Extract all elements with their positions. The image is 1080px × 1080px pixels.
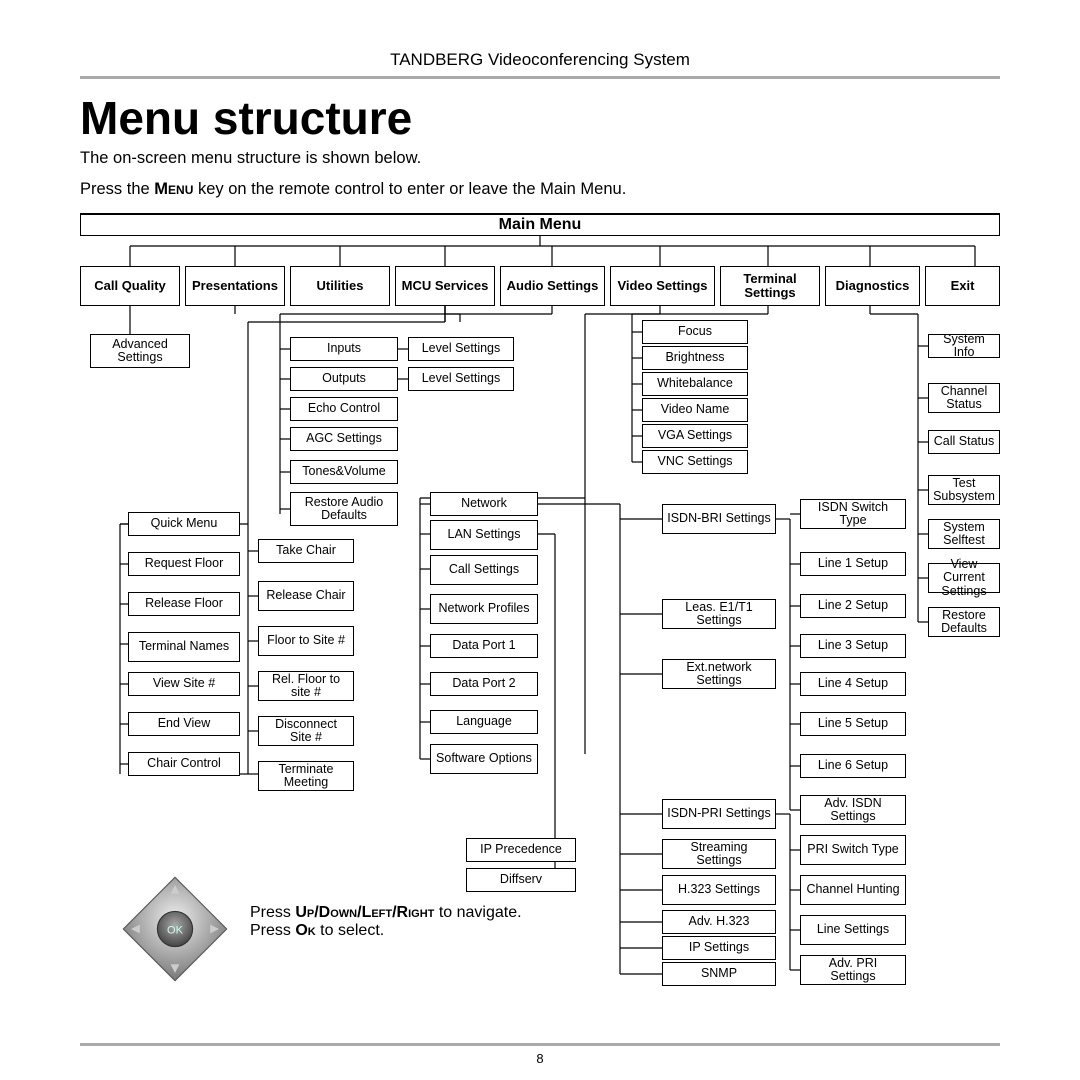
node-restore-defaults: Restore Defaults bbox=[928, 607, 1000, 637]
node-outputs: Outputs bbox=[290, 367, 398, 391]
node-video-name: Video Name bbox=[642, 398, 748, 422]
node-network: Network bbox=[430, 492, 538, 516]
node-network-profiles: Network Profiles bbox=[430, 594, 538, 624]
node-ip-precedence: IP Precedence bbox=[466, 838, 576, 862]
node-line-settings: Line Settings bbox=[800, 915, 906, 945]
cat-audio-settings: Audio Settings bbox=[500, 266, 605, 306]
node-data-port-2: Data Port 2 bbox=[430, 672, 538, 696]
node-rel-floor-site: Rel. Floor to site # bbox=[258, 671, 354, 701]
page-title: Menu structure bbox=[80, 91, 1000, 145]
cat-diagnostics: Diagnostics bbox=[825, 266, 920, 306]
node-level-settings-2: Level Settings bbox=[408, 367, 514, 391]
node-release-chair: Release Chair bbox=[258, 581, 354, 611]
node-ip-settings: IP Settings bbox=[662, 936, 776, 960]
node-echo-control: Echo Control bbox=[290, 397, 398, 421]
node-vga-settings: VGA Settings bbox=[642, 424, 748, 448]
node-chair-control: Chair Control bbox=[128, 752, 240, 776]
node-line4: Line 4 Setup bbox=[800, 672, 906, 696]
node-line6: Line 6 Setup bbox=[800, 754, 906, 778]
node-adv-isdn: Adv. ISDN Settings bbox=[800, 795, 906, 825]
node-terminate-meeting: Terminate Meeting bbox=[258, 761, 354, 791]
node-whitebalance: Whitebalance bbox=[642, 372, 748, 396]
node-line3: Line 3 Setup bbox=[800, 634, 906, 658]
node-terminal-names: Terminal Names bbox=[128, 632, 240, 662]
intro-text-1: The on-screen menu structure is shown be… bbox=[80, 149, 1000, 168]
intro-text-2: Press the Menu key on the remote control… bbox=[80, 180, 1000, 199]
node-lan-settings: LAN Settings bbox=[430, 520, 538, 550]
node-diffserv: Diffserv bbox=[466, 868, 576, 892]
node-focus: Focus bbox=[642, 320, 748, 344]
node-line1: Line 1 Setup bbox=[800, 552, 906, 576]
node-agc-settings: AGC Settings bbox=[290, 427, 398, 451]
node-h323: H.323 Settings bbox=[662, 875, 776, 905]
node-quick-menu: Quick Menu bbox=[128, 512, 240, 536]
node-disconnect-site: Disconnect Site # bbox=[258, 716, 354, 746]
node-request-floor: Request Floor bbox=[128, 552, 240, 576]
node-data-port-1: Data Port 1 bbox=[430, 634, 538, 658]
node-take-chair: Take Chair bbox=[258, 539, 354, 563]
node-inputs: Inputs bbox=[290, 337, 398, 361]
node-language: Language bbox=[430, 710, 538, 734]
node-line2: Line 2 Setup bbox=[800, 594, 906, 618]
doc-header: TANDBERG Videoconferencing System bbox=[80, 50, 1000, 79]
node-test-subsystem: Test Subsystem bbox=[928, 475, 1000, 505]
node-streaming: Streaming Settings bbox=[662, 839, 776, 869]
menu-tree-diagram: Main Menu Call Quality Presentations Uti… bbox=[80, 213, 1000, 1004]
node-isdn-switch-type: ISDN Switch Type bbox=[800, 499, 906, 529]
node-restore-audio-defaults: Restore Audio Defaults bbox=[290, 492, 398, 526]
node-brightness: Brightness bbox=[642, 346, 748, 370]
node-system-selftest: System Selftest bbox=[928, 519, 1000, 549]
node-isdn-bri: ISDN-BRI Settings bbox=[662, 504, 776, 534]
node-vnc-settings: VNC Settings bbox=[642, 450, 748, 474]
nav-caption: Press Up/Down/Left/Right to navigate. Pr… bbox=[250, 904, 522, 940]
node-channel-hunting: Channel Hunting bbox=[800, 875, 906, 905]
node-line5: Line 5 Setup bbox=[800, 712, 906, 736]
node-ext-network: Ext.network Settings bbox=[662, 659, 776, 689]
remote-dpad-icon: OK bbox=[120, 874, 230, 984]
node-level-settings-1: Level Settings bbox=[408, 337, 514, 361]
cat-exit: Exit bbox=[925, 266, 1000, 306]
cat-video-settings: Video Settings bbox=[610, 266, 715, 306]
cat-call-quality: Call Quality bbox=[80, 266, 180, 306]
node-adv-pri: Adv. PRI Settings bbox=[800, 955, 906, 985]
node-channel-status: Channel Status bbox=[928, 383, 1000, 413]
node-adv-h323: Adv. H.323 bbox=[662, 910, 776, 934]
node-call-status: Call Status bbox=[928, 430, 1000, 454]
node-call-settings: Call Settings bbox=[430, 555, 538, 585]
node-advanced-settings: Advanced Settings bbox=[90, 334, 190, 368]
node-snmp: SNMP bbox=[662, 962, 776, 986]
cat-terminal-settings: Terminal Settings bbox=[720, 266, 820, 306]
node-leas-e1t1: Leas. E1/T1 Settings bbox=[662, 599, 776, 629]
cat-mcu-services: MCU Services bbox=[395, 266, 495, 306]
page-number: 8 bbox=[0, 1051, 1080, 1066]
node-floor-to-site: Floor to Site # bbox=[258, 626, 354, 656]
footer-rule bbox=[80, 1043, 1000, 1046]
node-end-view: End View bbox=[128, 712, 240, 736]
node-release-floor: Release Floor bbox=[128, 592, 240, 616]
node-isdn-pri: ISDN-PRI Settings bbox=[662, 799, 776, 829]
node-system-info: System Info bbox=[928, 334, 1000, 358]
cat-utilities: Utilities bbox=[290, 266, 390, 306]
node-view-current: View Current Settings bbox=[928, 563, 1000, 593]
svg-text:OK: OK bbox=[167, 924, 184, 936]
node-software-options: Software Options bbox=[430, 744, 538, 774]
node-view-site: View Site # bbox=[128, 672, 240, 696]
main-menu-root: Main Menu bbox=[80, 214, 1000, 236]
cat-presentations: Presentations bbox=[185, 266, 285, 306]
node-tones-volume: Tones&Volume bbox=[290, 460, 398, 484]
node-pri-switch: PRI Switch Type bbox=[800, 835, 906, 865]
